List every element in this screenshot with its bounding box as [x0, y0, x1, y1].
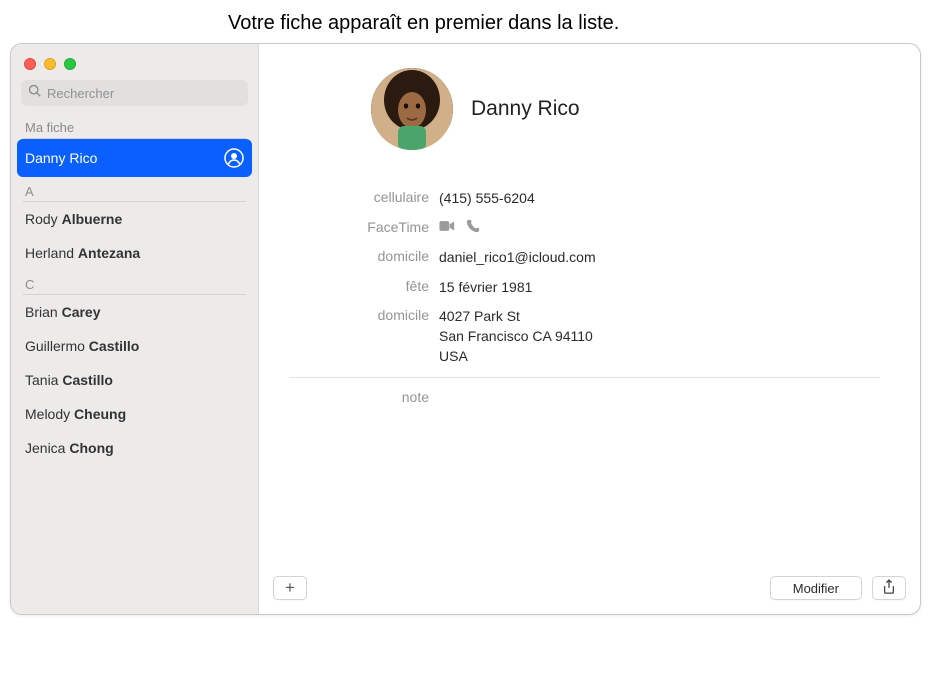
contact-last: Carey — [62, 304, 101, 320]
contact-row[interactable]: Guillermo Castillo — [11, 329, 258, 363]
contact-row[interactable]: Melody Cheung — [11, 397, 258, 431]
contact-row[interactable]: Herland Antezana — [11, 236, 258, 270]
field-label-note: note — [259, 389, 439, 405]
contact-first: Jenica — [25, 440, 65, 456]
close-window-button[interactable] — [24, 58, 36, 70]
search-field[interactable] — [21, 80, 248, 106]
contact-last: Castillo — [89, 338, 140, 354]
contact-row[interactable]: Brian Carey — [11, 295, 258, 329]
contact-last: Albuerne — [62, 211, 123, 227]
field-label-mobile: cellulaire — [259, 189, 439, 205]
contact-first: Herland — [25, 245, 74, 261]
field-label-facetime: FaceTime — [259, 219, 439, 235]
facetime-audio-icon[interactable] — [465, 219, 481, 239]
field-label-birthday: fête — [259, 278, 439, 294]
contact-last: Castillo — [62, 372, 113, 388]
contact-first: Melody — [25, 406, 70, 422]
window-controls — [11, 50, 258, 80]
me-badge-icon — [224, 148, 244, 168]
contact-last: Cheung — [74, 406, 126, 422]
contact-first: Tania — [25, 372, 58, 388]
contact-row[interactable]: Rody Albuerne — [11, 202, 258, 236]
add-contact-button[interactable]: + — [273, 576, 307, 600]
field-label-home-address: domicile — [259, 307, 439, 323]
contact-first: Brian — [25, 304, 58, 320]
field-label-home-email: domicile — [259, 248, 439, 264]
minimize-window-button[interactable] — [44, 58, 56, 70]
address-line-3: USA — [439, 347, 593, 367]
address-line-1: 4027 Park St — [439, 307, 593, 327]
field-value-mobile[interactable]: (415) 555-6204 — [439, 189, 535, 209]
alpha-header-a: A — [11, 177, 258, 201]
facetime-video-icon[interactable] — [439, 219, 455, 239]
contact-row[interactable]: Jenica Chong — [11, 431, 258, 465]
divider — [289, 377, 880, 378]
fullscreen-window-button[interactable] — [64, 58, 76, 70]
callout-text: Votre fiche apparaît en premier dans la … — [228, 10, 921, 37]
detail-pane: Danny Rico cellulaire (415) 555-6204 Fac… — [259, 44, 920, 614]
field-value-home-email[interactable]: daniel_rico1@icloud.com — [439, 248, 596, 268]
my-card-section-header: Ma fiche — [11, 114, 258, 138]
contacts-window: Ma fiche Danny Rico A Rody Albuerne Herl… — [10, 43, 921, 615]
search-icon — [28, 84, 42, 103]
contact-last: Antezana — [78, 245, 140, 261]
contact-first: Guillermo — [25, 338, 85, 354]
contact-name-heading: Danny Rico — [471, 97, 580, 121]
alpha-header-c: C — [11, 270, 258, 294]
modify-button[interactable]: Modifier — [770, 576, 862, 600]
search-input[interactable] — [47, 86, 241, 101]
field-value-birthday: 15 février 1981 — [439, 278, 532, 298]
sidebar: Ma fiche Danny Rico A Rody Albuerne Herl… — [11, 44, 259, 614]
contact-name: Danny Rico — [25, 150, 97, 166]
contact-last: Chong — [69, 440, 113, 456]
my-card-row[interactable]: Danny Rico — [17, 139, 252, 177]
share-icon — [882, 579, 896, 598]
contact-row[interactable]: Tania Castillo — [11, 363, 258, 397]
avatar[interactable] — [371, 68, 453, 150]
contact-first: Rody — [25, 211, 58, 227]
field-value-home-address[interactable]: 4027 Park St San Francisco CA 94110 USA — [439, 307, 593, 366]
share-button[interactable] — [872, 576, 906, 600]
address-line-2: San Francisco CA 94110 — [439, 327, 593, 347]
